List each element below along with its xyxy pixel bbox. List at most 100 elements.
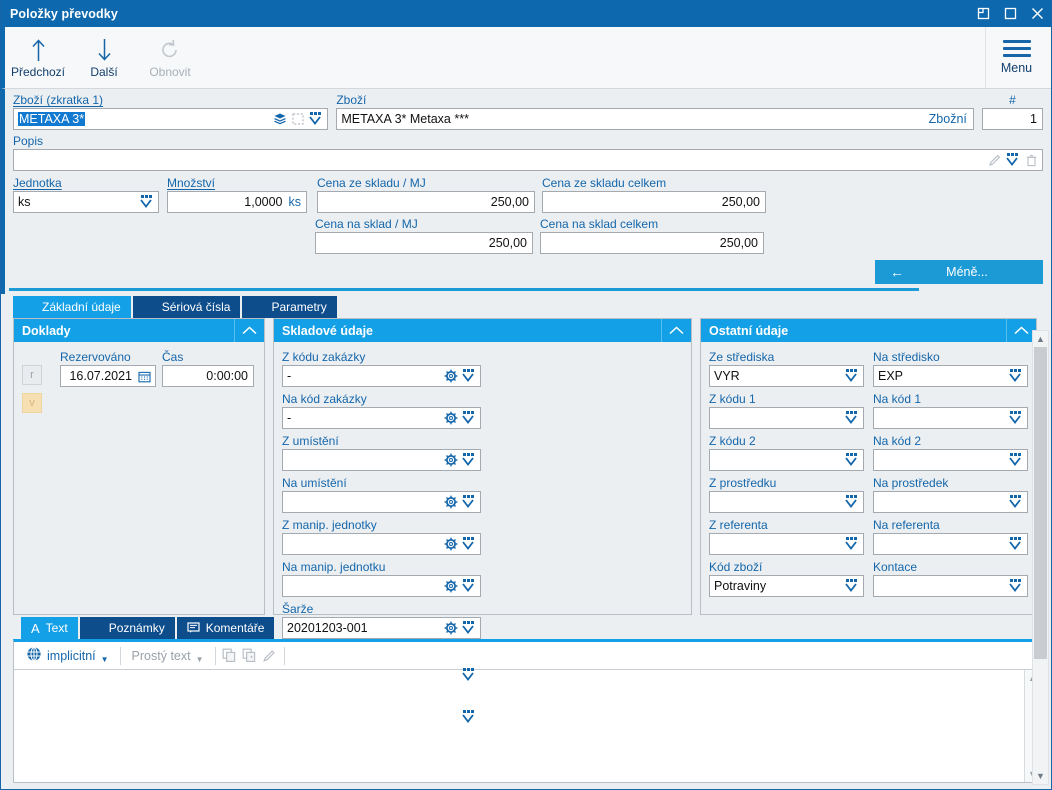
reserved-label: Rezervováno: [60, 350, 131, 364]
na-kod-2-input[interactable]: [873, 449, 1028, 471]
dropdown-icon[interactable]: [843, 366, 861, 386]
scroll-up-icon[interactable]: ▲: [1036, 331, 1045, 347]
tab-seriova-cisla[interactable]: Sériová čísla: [132, 296, 241, 318]
z-kodu-zakazky-input[interactable]: -: [282, 365, 481, 387]
z-referenta-input[interactable]: [709, 533, 864, 555]
na-stredisko-input[interactable]: EXP: [873, 365, 1028, 387]
language-selector[interactable]: implicitní ▼: [20, 645, 115, 667]
refresh-button[interactable]: Obnovit: [137, 27, 203, 88]
dropdown-icon[interactable]: [843, 408, 861, 428]
maximize-button[interactable]: [997, 0, 1024, 27]
ze-strediska-input[interactable]: VYR: [709, 365, 864, 387]
z-manip-jednotky-input[interactable]: [282, 533, 481, 555]
previous-button[interactable]: Předchozí: [5, 27, 71, 88]
quantity-input[interactable]: 1,0000 ks: [167, 191, 307, 213]
scroll-down-icon[interactable]: ▼: [1036, 768, 1045, 784]
description-input[interactable]: [13, 149, 1043, 171]
restore-down-button[interactable]: [970, 0, 997, 27]
z-referenta-label: Z referenta: [709, 518, 768, 532]
notes-textarea[interactable]: [14, 670, 1024, 782]
paste-button[interactable]: [241, 646, 259, 666]
menu-button[interactable]: Menu: [985, 27, 1047, 88]
price-to-group: Cena na sklad / MJ 250,00: [315, 217, 533, 254]
gear-icon[interactable]: [442, 366, 460, 386]
tab-parametry[interactable]: Parametry: [242, 296, 337, 318]
copy-button[interactable]: [221, 646, 239, 666]
page-scrollbar[interactable]: ▲ ▼: [1032, 330, 1049, 785]
dropdown-icon[interactable]: [460, 366, 478, 386]
scrollbar-thumb[interactable]: [1034, 347, 1047, 659]
dropdown-icon[interactable]: [1007, 366, 1025, 386]
dropdown-icon[interactable]: [460, 492, 478, 512]
next-button[interactable]: Další: [71, 27, 137, 88]
dropdown-icon[interactable]: [1007, 492, 1025, 512]
less-button[interactable]: ← Méně...: [875, 260, 1043, 284]
z-kodu-1-input[interactable]: [709, 407, 864, 429]
tab-zakladni-udaje[interactable]: Základní údaje: [13, 296, 131, 318]
kontace-input[interactable]: [873, 575, 1028, 597]
dropdown-icon[interactable]: [843, 450, 861, 470]
quantity-unit: ks: [288, 195, 302, 209]
na-prostredek-input[interactable]: [873, 491, 1028, 513]
z-kodu-2-input[interactable]: [709, 449, 864, 471]
edit-button[interactable]: [261, 646, 279, 666]
collapse-button[interactable]: [661, 319, 691, 342]
calendar-icon[interactable]: [135, 366, 153, 386]
tab-poznamky[interactable]: Poznámky: [79, 617, 175, 639]
na-referenta-input[interactable]: [873, 533, 1028, 555]
na-kod-zakazky-input[interactable]: -: [282, 407, 481, 429]
number-input[interactable]: 1: [981, 108, 1043, 130]
gear-icon[interactable]: [442, 534, 460, 554]
dropdown-icon[interactable]: [1004, 150, 1022, 170]
z-prostredku-label: Z prostředku: [709, 476, 777, 490]
flag-r-button[interactable]: r: [22, 365, 42, 385]
dropdown-icon[interactable]: [138, 192, 156, 212]
scrollbar-track[interactable]: [1033, 347, 1048, 768]
kod-zbozi-input[interactable]: Potraviny: [709, 575, 864, 597]
time-input[interactable]: 0:00:00: [162, 365, 254, 387]
dropdown-icon[interactable]: [1007, 576, 1025, 596]
dropdown-icon[interactable]: [1007, 534, 1025, 554]
price-from-total-input[interactable]: 250,00: [542, 191, 766, 213]
price-from-input[interactable]: 250,00: [317, 191, 535, 213]
dropdown-icon[interactable]: [307, 109, 325, 129]
na-manip-jednotku-input[interactable]: [282, 575, 481, 597]
trash-icon[interactable]: [1022, 150, 1040, 170]
dropdown-icon[interactable]: [460, 408, 478, 428]
pencil-icon[interactable]: [986, 150, 1004, 170]
dropdown-icon[interactable]: [843, 576, 861, 596]
tab-text[interactable]: A Text: [21, 617, 78, 639]
format-selector[interactable]: Prostý text ▼: [126, 645, 210, 667]
layers-icon[interactable]: [271, 109, 289, 129]
reserved-date-input[interactable]: 16.07.2021: [60, 365, 156, 387]
z-prostredku-input[interactable]: [709, 491, 864, 513]
gear-icon[interactable]: [442, 492, 460, 512]
dropdown-icon[interactable]: [460, 534, 478, 554]
toolbar-separator: [283, 646, 285, 665]
unit-select[interactable]: ks: [13, 191, 159, 213]
price-to-total-input[interactable]: 250,00: [540, 232, 764, 254]
tab-komentare[interactable]: Komentáře: [176, 617, 275, 639]
dropdown-icon[interactable]: [460, 576, 478, 596]
select-dashed-icon[interactable]: [289, 109, 307, 129]
tab-label: Základní údaje: [42, 300, 121, 314]
collapse-button[interactable]: [234, 319, 264, 342]
dropdown-icon[interactable]: [1007, 408, 1025, 428]
close-button[interactable]: [1024, 0, 1051, 27]
gear-icon[interactable]: [442, 408, 460, 428]
na-umisteni-input[interactable]: [282, 491, 481, 513]
goods-input[interactable]: METAXA 3* Metaxa *** Zbožní: [336, 108, 974, 130]
price-to-input[interactable]: 250,00: [315, 232, 533, 254]
gear-icon[interactable]: [442, 576, 460, 596]
dropdown-icon[interactable]: [843, 534, 861, 554]
number-label: #: [1009, 93, 1016, 107]
gear-icon[interactable]: [442, 450, 460, 470]
goods-short-input[interactable]: METAXA 3*: [13, 108, 329, 130]
flag-v-button[interactable]: v: [22, 393, 42, 413]
window-title: Položky převodky: [10, 6, 118, 21]
z-umisteni-input[interactable]: [282, 449, 481, 471]
dropdown-icon[interactable]: [843, 492, 861, 512]
na-kod-1-input[interactable]: [873, 407, 1028, 429]
dropdown-icon[interactable]: [1007, 450, 1025, 470]
dropdown-icon[interactable]: [460, 450, 478, 470]
